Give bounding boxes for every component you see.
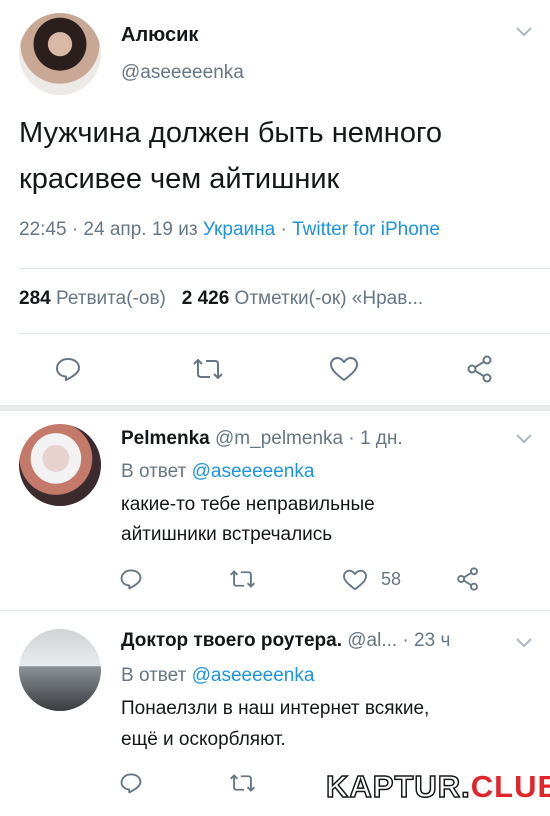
watermark-logo: KAPTUR.CLUB — [325, 768, 550, 805]
main-avatar[interactable] — [19, 13, 101, 95]
retweets-stat[interactable]: 284 Ретвита(-ов) — [19, 288, 166, 309]
meta-separator: · — [275, 219, 293, 240]
reply-handle-time[interactable]: @m_pelmenka · 1 дн. — [215, 428, 403, 449]
share-icon[interactable] — [466, 355, 494, 383]
reply-handle-time[interactable]: @al... · 23 ч — [347, 630, 450, 651]
reply-to-prefix: В ответ — [121, 665, 192, 686]
main-handle[interactable]: @aseeeeenka — [121, 62, 244, 84]
reply-avatar[interactable] — [19, 424, 101, 506]
like-icon[interactable] — [329, 356, 359, 382]
retweet-icon[interactable] — [192, 356, 224, 382]
reply-text-line2: айтишники встречались — [121, 524, 333, 545]
reply-to-handle[interactable]: @aseeeeenka — [192, 461, 315, 482]
reply-icon[interactable] — [119, 771, 143, 795]
like-icon[interactable] — [342, 569, 368, 591]
location-link[interactable]: Украина — [203, 219, 275, 240]
source-link[interactable]: Twitter for iPhone — [292, 219, 440, 240]
reply-to-handle[interactable]: @aseeeeenka — [192, 665, 315, 686]
main-tweet-meta: 22:45 · 24 апр. 19 из Украина · Twitter … — [19, 219, 440, 241]
reply-to-prefix: В ответ — [121, 461, 192, 482]
timestamp[interactable]: 22:45 · 24 апр. 19 из — [19, 219, 203, 240]
divider — [0, 405, 550, 411]
reply-text-line1: какие-то тебе неправильные — [121, 494, 375, 515]
retweets-label: Ретвита(-ов) — [55, 288, 166, 309]
reply-avatar[interactable] — [19, 629, 101, 711]
reply-header: Доктор твоего роутера. @al... · 23 ч — [121, 630, 450, 652]
retweet-icon[interactable] — [229, 568, 256, 590]
reply-header: Pelmenka @m_pelmenka · 1 дн. — [121, 428, 403, 450]
main-tweet-text-line1: Мужчина должен быть немного — [19, 117, 443, 149]
chevron-down-icon[interactable] — [515, 637, 533, 649]
retweets-count: 284 — [19, 288, 51, 309]
engagement-stats: 284 Ретвита(-ов) 2 426 Отметки(-ок) «Нра… — [19, 288, 423, 310]
reply-text-line1: Понаелзли в наш интернет всякие, — [121, 698, 430, 719]
reply-to-line: В ответ @aseeeeenka — [121, 665, 314, 687]
main-display-name[interactable]: Алюсик — [121, 24, 198, 47]
chevron-down-icon[interactable] — [515, 26, 533, 38]
watermark-part1: KAPTUR. — [325, 768, 471, 805]
share-icon[interactable] — [456, 567, 480, 591]
reply-icon[interactable] — [54, 355, 82, 383]
like-count: 58 — [381, 569, 402, 589]
likes-count: 2 426 — [181, 288, 230, 309]
reply-to-line: В ответ @aseeeeenka — [121, 461, 314, 483]
divider — [19, 333, 550, 334]
reply-display-name[interactable]: Pelmenka — [121, 428, 210, 449]
reply-icon[interactable] — [119, 567, 143, 591]
chevron-down-icon[interactable] — [515, 433, 533, 445]
reply-display-name[interactable]: Доктор твоего роутера. — [121, 630, 342, 651]
likes-label: Отметки(-ок) «Нрав... — [234, 288, 424, 309]
watermark-part2: CLUB — [470, 769, 550, 804]
divider — [19, 268, 550, 269]
divider — [0, 610, 550, 611]
main-tweet-text-line2: красивее чем айтишник — [19, 163, 340, 195]
likes-stat[interactable]: 2 426 Отметки(-ок) «Нрав... — [182, 288, 423, 309]
reply-text-line2: ещё и оскорбляют. — [121, 729, 286, 750]
retweet-icon[interactable] — [229, 772, 256, 794]
